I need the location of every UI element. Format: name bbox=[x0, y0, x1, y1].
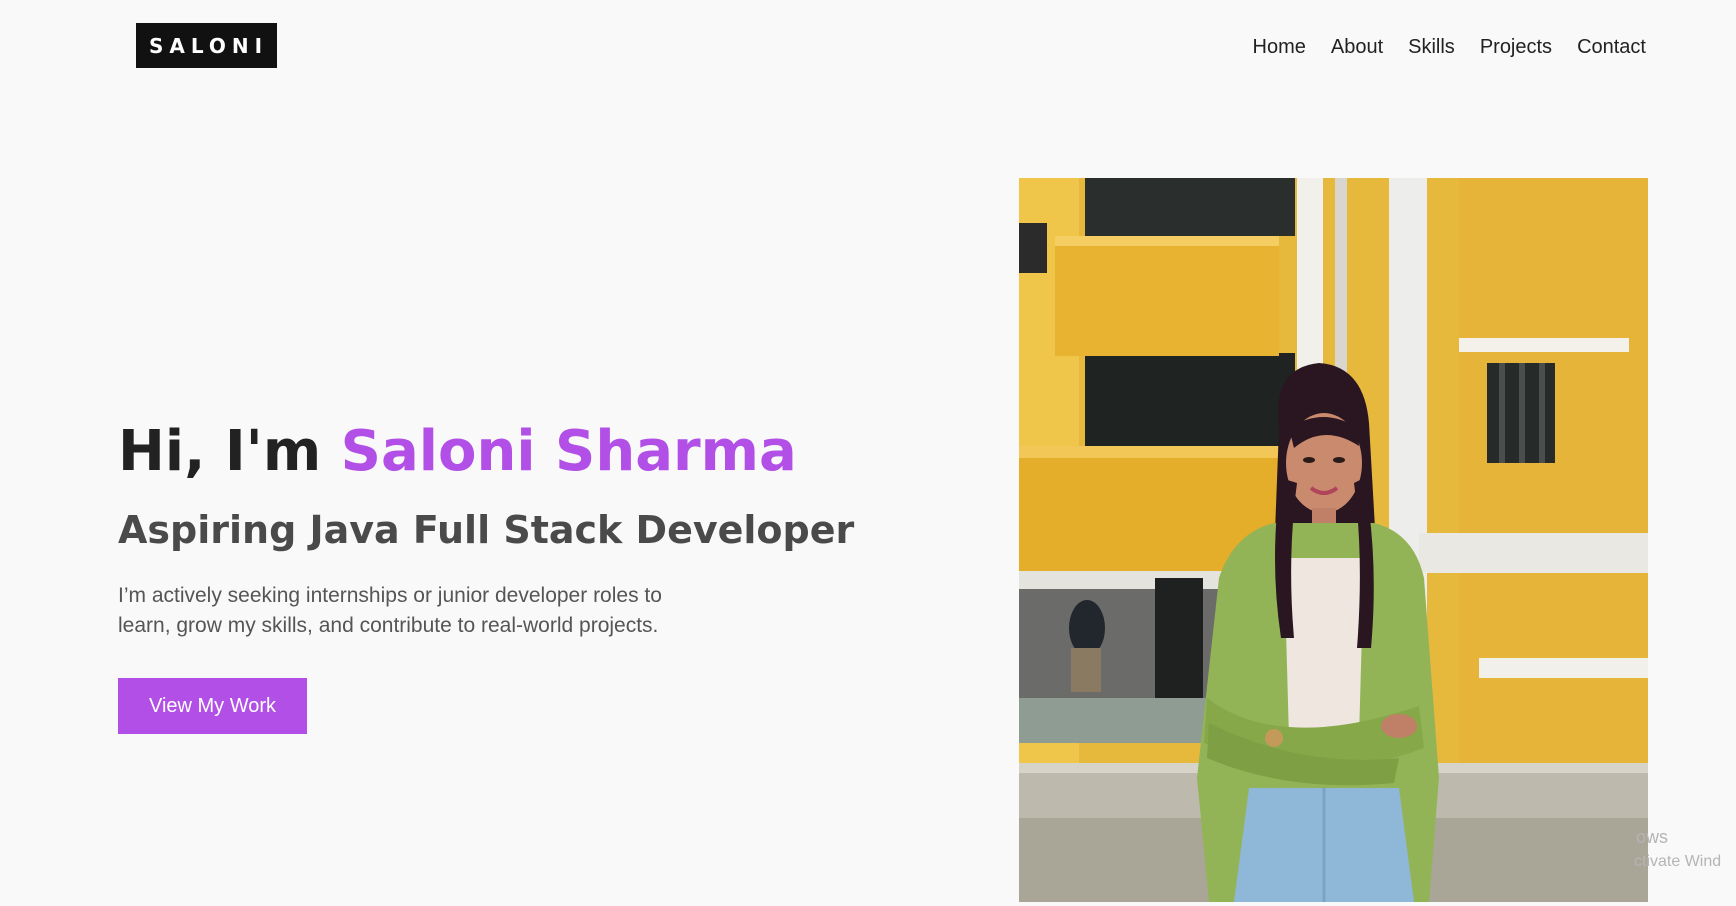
hero-description: I’m actively seeking internships or juni… bbox=[118, 581, 718, 641]
watermark-line-1: ows bbox=[1636, 827, 1669, 847]
hero-greeting: Hi, I'm bbox=[118, 419, 341, 484]
hero-title: Hi, I'm Saloni Sharma bbox=[118, 416, 797, 488]
hero-name: Saloni Sharma bbox=[340, 419, 797, 484]
nav-link-home[interactable]: Home bbox=[1253, 32, 1306, 62]
nav-link-contact[interactable]: Contact bbox=[1577, 32, 1646, 62]
view-my-work-button[interactable]: View My Work bbox=[118, 678, 307, 734]
hero-subtitle: Aspiring Java Full Stack Developer bbox=[118, 508, 855, 552]
hero-description-line-2: learn, grow my skills, and contribute to… bbox=[118, 614, 659, 637]
portfolio-page: SALONI Home About Skills Projects Contac… bbox=[0, 0, 1736, 906]
hero-description-line-1: I’m actively seeking internships or juni… bbox=[118, 584, 662, 607]
nav-link-projects[interactable]: Projects bbox=[1480, 32, 1552, 62]
nav-link-skills[interactable]: Skills bbox=[1408, 32, 1455, 62]
os-activation-watermark: ows ctivate Wind bbox=[1634, 824, 1722, 874]
logo-text: SALONI bbox=[148, 33, 269, 58]
profile-photo bbox=[1019, 178, 1648, 902]
logo[interactable]: SALONI bbox=[136, 23, 277, 68]
nav-link-about[interactable]: About bbox=[1331, 32, 1383, 62]
main-nav: Home About Skills Projects Contact bbox=[1253, 32, 1646, 62]
watermark-line-2: ctivate Wind bbox=[1634, 853, 1722, 870]
